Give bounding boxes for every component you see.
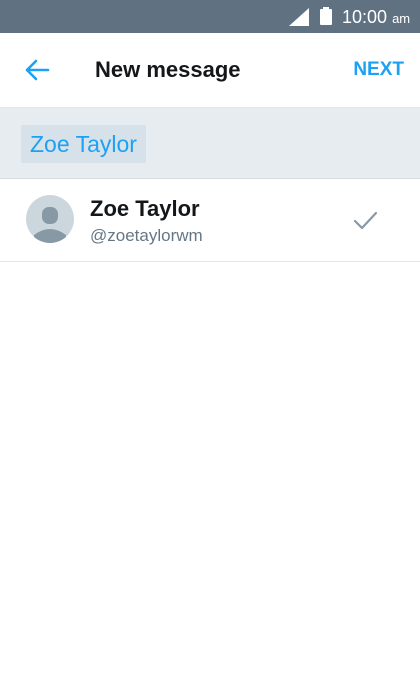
status-time-ampm: am bbox=[392, 11, 411, 26]
default-avatar-icon bbox=[26, 195, 74, 243]
user-name: Zoe Taylor bbox=[90, 196, 200, 221]
battery-icon bbox=[320, 7, 332, 25]
status-time-value: 10:00 bbox=[342, 7, 388, 27]
page-title: New message bbox=[95, 57, 241, 82]
app-bar: New message NEXT bbox=[0, 33, 420, 108]
user-result-row[interactable]: Zoe Taylor @zoetaylorwm bbox=[0, 179, 420, 262]
status-bar: 10:00 am bbox=[0, 0, 420, 33]
checkmark-icon bbox=[353, 211, 378, 230]
back-button[interactable] bbox=[20, 54, 54, 86]
user-handle: @zoetaylorwm bbox=[90, 226, 203, 245]
recipient-chip[interactable]: Zoe Taylor bbox=[21, 125, 146, 163]
status-time: 10:00 am bbox=[342, 7, 410, 29]
next-button[interactable]: NEXT bbox=[353, 59, 404, 81]
recipient-input-area[interactable]: Zoe Taylor bbox=[0, 108, 420, 179]
signal-icon bbox=[289, 8, 309, 26]
arrow-left-icon bbox=[25, 59, 50, 81]
